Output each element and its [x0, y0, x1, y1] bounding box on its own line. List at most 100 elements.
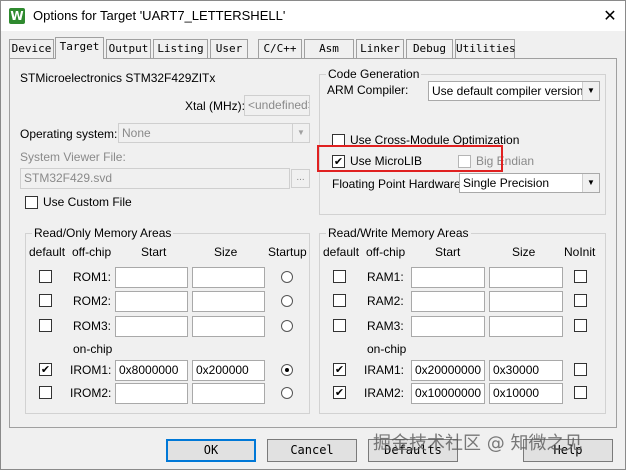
iram2-start-input[interactable]: 0x10000000: [411, 383, 485, 404]
keil-app-icon: W: [9, 8, 25, 24]
svf-browse-button[interactable]: ...: [291, 169, 310, 188]
xtal-label: Xtal (MHz):: [185, 99, 245, 113]
ro-memory-group: Read/Only Memory Areas default off-chip …: [25, 226, 310, 414]
rom2-startup-radio[interactable]: [281, 295, 293, 307]
ro-header-size: Size: [214, 245, 238, 259]
chevron-down-icon: ▼: [292, 124, 309, 142]
svf-input[interactable]: STM32F429.svd: [20, 168, 290, 189]
ram2-start-input[interactable]: [411, 291, 485, 312]
ram2-label: RAM2:: [367, 294, 404, 308]
rom1-default-checkbox[interactable]: [39, 270, 52, 283]
ro-header-start: Start: [141, 245, 167, 259]
ram2-size-input[interactable]: [489, 291, 563, 312]
irom2-start-input[interactable]: [115, 383, 188, 404]
ram2-noinit-checkbox[interactable]: [574, 294, 587, 307]
tab-utilities[interactable]: Utilities: [455, 39, 516, 58]
irom2-default-checkbox[interactable]: [39, 386, 52, 399]
rw-header-noinit: NoInit: [564, 245, 596, 259]
ram3-noinit-checkbox[interactable]: [574, 319, 587, 332]
irom2-size-input[interactable]: [192, 383, 265, 404]
tab-output[interactable]: Output: [106, 39, 151, 58]
iram2-size-input[interactable]: 0x10000: [489, 383, 563, 404]
rw-onchip-label: on-chip: [367, 342, 407, 356]
ro-memory-title: Read/Only Memory Areas: [32, 226, 174, 240]
ram3-size-input[interactable]: [489, 316, 563, 337]
ram3-start-input[interactable]: [411, 316, 485, 337]
iram1-default-checkbox[interactable]: ✔: [333, 363, 346, 376]
irom1-default-checkbox[interactable]: ✔: [39, 363, 52, 376]
tab-debug[interactable]: Debug: [406, 39, 453, 58]
svf-label: System Viewer File:: [20, 150, 126, 164]
site-watermark: 掘金技术社区 @ 知微之见: [373, 433, 583, 454]
rom3-size-input[interactable]: [192, 316, 265, 337]
rom3-label: ROM3:: [73, 319, 112, 333]
compiler-select[interactable]: Use default compiler version 5 ▼: [428, 81, 600, 101]
iram1-label: IRAM1:: [364, 363, 405, 377]
ram1-size-input[interactable]: [489, 267, 563, 288]
iram2-default-checkbox[interactable]: ✔: [333, 386, 346, 399]
close-icon[interactable]: ✕: [597, 3, 623, 29]
rw-header-default: default: [323, 245, 360, 259]
rw-memory-group: Read/Write Memory Areas default off-chip…: [319, 226, 606, 414]
code-generation-title: Code Generation: [326, 67, 422, 81]
ram3-default-checkbox[interactable]: [333, 319, 346, 332]
tab-cc[interactable]: C/C++: [258, 39, 302, 58]
fp-select[interactable]: Single Precision ▼: [459, 173, 600, 193]
rom3-default-checkbox[interactable]: [39, 319, 52, 332]
iram1-size-input[interactable]: 0x30000: [489, 360, 563, 381]
chevron-down-icon: ▼: [582, 174, 599, 192]
rom2-size-input[interactable]: [192, 291, 265, 312]
radio-dot: [285, 368, 289, 372]
ram2-default-checkbox[interactable]: [333, 294, 346, 307]
tab-user[interactable]: User: [210, 39, 248, 58]
iram2-noinit-checkbox[interactable]: [574, 386, 587, 399]
ro-onchip-label: on-chip: [73, 342, 113, 356]
os-select[interactable]: None ▼: [118, 123, 310, 143]
tab-target[interactable]: Target: [55, 37, 104, 59]
irom1-start-input[interactable]: 0x8000000: [115, 360, 188, 381]
rom1-label: ROM1:: [73, 270, 112, 284]
rom2-default-checkbox[interactable]: [39, 294, 52, 307]
ok-button[interactable]: OK: [166, 439, 256, 462]
xtal-input[interactable]: <undefined>: [244, 95, 310, 116]
target-tab-page: STMicroelectronics STM32F429ZITx Xtal (M…: [9, 58, 617, 428]
title-bar: W Options for Target 'UART7_LETTERSHELL'…: [1, 1, 625, 31]
rom2-start-input[interactable]: [115, 291, 188, 312]
tab-asm[interactable]: Asm: [304, 39, 354, 58]
rom1-size-input[interactable]: [192, 267, 265, 288]
irom1-startup-radio[interactable]: [281, 364, 293, 376]
tab-device[interactable]: Device: [9, 39, 54, 58]
iram2-label: IRAM2:: [364, 386, 405, 400]
rom2-label: ROM2:: [73, 294, 112, 308]
iram1-start-input[interactable]: 0x20000000: [411, 360, 485, 381]
microlib-highlight-box: [317, 145, 503, 172]
ram1-label: RAM1:: [367, 270, 404, 284]
rom3-startup-radio[interactable]: [281, 320, 293, 332]
iram1-noinit-checkbox[interactable]: [574, 363, 587, 376]
ram1-noinit-checkbox[interactable]: [574, 270, 587, 283]
cancel-button[interactable]: Cancel: [267, 439, 357, 462]
rw-header-start: Start: [435, 245, 461, 259]
rom3-start-input[interactable]: [115, 316, 188, 337]
custom-file-checkbox[interactable]: [25, 196, 38, 209]
rw-header-size: Size: [512, 245, 536, 259]
ro-header-default: default: [29, 245, 66, 259]
os-label: Operating system:: [20, 127, 118, 141]
tab-listing[interactable]: Listing: [153, 39, 208, 58]
irom1-label: IROM1:: [70, 363, 112, 377]
irom2-label: IROM2:: [70, 386, 112, 400]
custom-file-label: Use Custom File: [43, 195, 132, 209]
ro-header-offchip: off-chip: [72, 245, 112, 259]
device-name: STMicroelectronics STM32F429ZITx: [20, 71, 216, 85]
compiler-select-value: Use default compiler version 5: [432, 84, 594, 98]
tab-linker[interactable]: Linker: [356, 39, 404, 58]
rom1-start-input[interactable]: [115, 267, 188, 288]
ram1-start-input[interactable]: [411, 267, 485, 288]
rw-memory-title: Read/Write Memory Areas: [326, 226, 471, 240]
fp-label: Floating Point Hardware:: [332, 177, 465, 191]
window-title: Options for Target 'UART7_LETTERSHELL': [33, 8, 286, 23]
rom1-startup-radio[interactable]: [281, 271, 293, 283]
irom2-startup-radio[interactable]: [281, 387, 293, 399]
irom1-size-input[interactable]: 0x200000: [192, 360, 265, 381]
ram1-default-checkbox[interactable]: [333, 270, 346, 283]
